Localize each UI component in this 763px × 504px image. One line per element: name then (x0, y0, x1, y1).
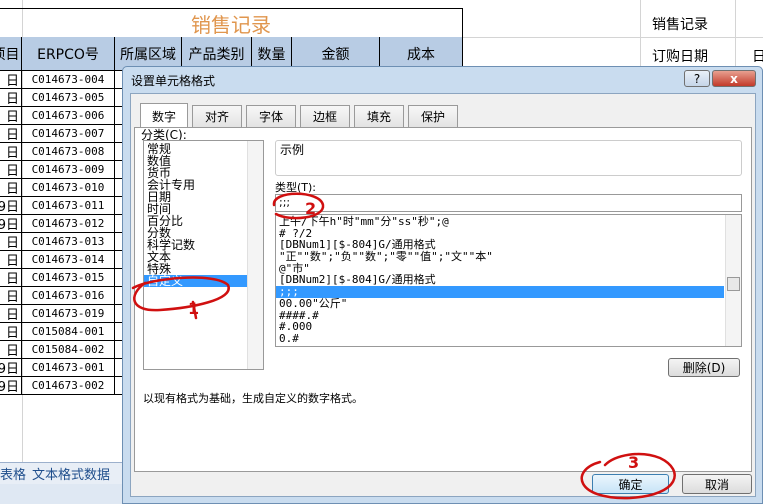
red-annotations: 1 2 3 (131, 192, 676, 500)
annotation-circle-1 (131, 276, 230, 312)
annotation-label-1: 1 (188, 299, 199, 318)
annotation-label-3: 3 (628, 453, 639, 472)
annotation-label-2: 2 (305, 199, 316, 218)
